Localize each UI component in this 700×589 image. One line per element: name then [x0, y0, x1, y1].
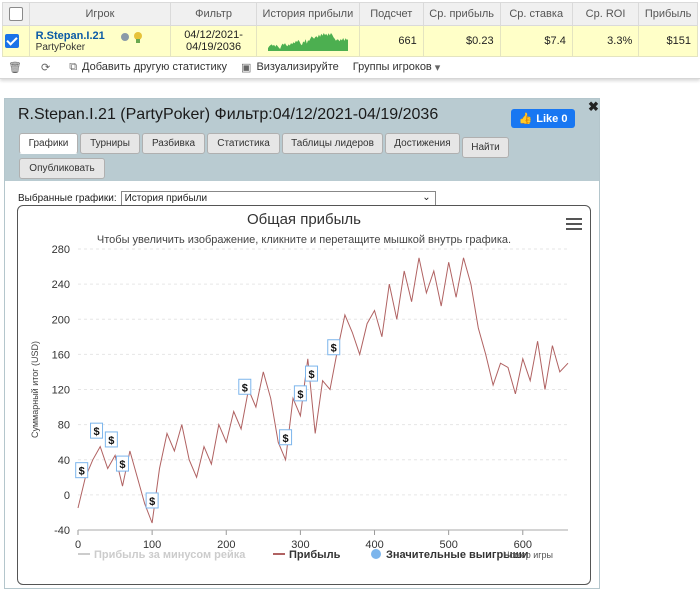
y-tick-label: 200	[52, 314, 70, 326]
table-header-row: Игрок Фильтр История прибыли Подсчет Ср.…	[2, 2, 698, 26]
count-cell: 661	[358, 25, 424, 57]
x-axis-label: Номер игры	[503, 550, 553, 560]
sparkline-area	[267, 32, 348, 51]
tab-tournaments[interactable]: Турниры	[80, 133, 140, 154]
add-stats-button[interactable]: ⧉ Добавить другую статистику	[69, 61, 227, 74]
chart-select-value: История прибыли	[124, 193, 208, 204]
y-tick-label: 80	[58, 420, 70, 432]
col-header-avg-stake[interactable]: Ср. ставка	[499, 2, 573, 26]
x-tick-label: 0	[75, 539, 81, 551]
add-stats-label: Добавить другую статистику	[82, 61, 228, 73]
avg-stake-cell: $7.4	[499, 25, 573, 57]
select-all-checkbox[interactable]	[8, 7, 23, 21]
big-win-marker-label: $	[93, 426, 99, 438]
profit-sparkline[interactable]	[267, 29, 348, 51]
trash-icon: 🗑	[8, 61, 22, 74]
tab-statistics[interactable]: Статистика	[207, 133, 280, 154]
filter-cell: 04/12/2021- 04/19/2036	[170, 25, 257, 57]
chart-selector-row: Выбранные графики: История прибыли ⌄	[18, 191, 436, 206]
thumbs-up-icon: 👍	[518, 113, 533, 125]
tab-publish[interactable]: Опубликовать	[19, 158, 105, 179]
close-icon[interactable]: ✖	[588, 99, 599, 115]
profit-history-cell[interactable]	[255, 25, 360, 57]
big-win-marker-label: $	[242, 382, 248, 394]
x-tick-label: 400	[365, 539, 383, 551]
y-tick-label: 120	[52, 385, 70, 397]
chevron-down-icon: ▾	[434, 61, 441, 74]
like-label: Like 0	[536, 112, 568, 125]
player-cell[interactable]: R.Stepan.I.21 PartyPoker	[28, 25, 172, 57]
facebook-like-button[interactable]: 👍 Like 0	[511, 109, 575, 128]
player-dialog: R.Stepan.I.21 (PartyPoker) Фильтр:04/12/…	[4, 98, 600, 589]
filter-date-start: 04/12/2021-	[184, 29, 243, 41]
tab-charts[interactable]: Графики	[19, 133, 78, 154]
col-header-avg-profit[interactable]: Ср. прибыль	[422, 2, 501, 26]
table-row[interactable]: R.Stepan.I.21 PartyPoker 04/12/2021- 04/…	[2, 25, 698, 57]
big-win-marker-label: $	[79, 466, 85, 478]
dialog-header: R.Stepan.I.21 (PartyPoker) Фильтр:04/12/…	[5, 99, 599, 181]
col-header-avg-roi[interactable]: Ср. ROI	[571, 2, 640, 26]
chart-container[interactable]: Общая прибыль Чтобы увеличить изображени…	[17, 205, 591, 585]
y-tick-label: 280	[52, 244, 70, 256]
col-header-profit[interactable]: Прибыль	[638, 2, 698, 26]
col-header-count[interactable]: Подсчет	[358, 2, 424, 26]
legend-symbol-big-wins	[371, 549, 381, 559]
legend-label-net: Прибыль за минусом рейка	[94, 549, 246, 561]
avg-roi-cell: 3.3%	[571, 25, 640, 57]
filter-date-end: 04/19/2036	[186, 41, 242, 53]
profit-series-line	[77, 257, 569, 524]
delete-button[interactable]: 🗑	[8, 61, 27, 74]
medal-icon	[133, 32, 142, 40]
image-icon: ▣	[241, 61, 252, 74]
stats-table: Игрок Фильтр История прибыли Подсчет Ср.…	[2, 2, 698, 57]
y-tick-label: 160	[52, 349, 70, 361]
select-all-header[interactable]	[2, 2, 30, 26]
legend-label-profit: Прибыль	[289, 549, 341, 561]
big-win-marker-label: $	[283, 433, 289, 445]
chart-select[interactable]: История прибыли ⌄	[120, 191, 436, 206]
big-win-marker-label: $	[119, 459, 125, 471]
big-win-marker-label: $	[308, 369, 314, 381]
y-tick-label: 240	[52, 279, 70, 291]
profit-cell: $151	[638, 25, 698, 57]
tab-leaderboards[interactable]: Таблицы лидеров	[282, 133, 383, 154]
shield-icon	[120, 33, 129, 41]
grid-toolbar: 🗑 ⟳ ⧉ Добавить другую статистику ▣ Визуали…	[8, 58, 459, 76]
player-groups-dropdown[interactable]: Группы игроков ▾	[353, 61, 446, 74]
avg-profit-cell: $0.23	[422, 25, 501, 57]
refresh-button[interactable]: ⟳	[41, 61, 55, 74]
tab-achievements[interactable]: Достижения	[385, 133, 460, 154]
big-win-marker-label: $	[108, 435, 114, 447]
big-win-marker-label: $	[331, 343, 337, 355]
add-column-icon: ⧉	[69, 60, 78, 73]
row-checkbox[interactable]	[5, 34, 19, 48]
profit-chart[interactable]: -40040801201602002402800 100 200 300 400 500 6…	[18, 206, 590, 584]
big-win-marker-label: $	[149, 496, 155, 508]
visualize-label: Визуализируйте	[256, 61, 339, 73]
refresh-icon: ⟳	[40, 61, 51, 74]
tab-breakdown[interactable]: Разбивка	[142, 133, 205, 154]
row-select-cell[interactable]	[2, 25, 30, 57]
y-tick-label: 0	[64, 490, 70, 502]
big-win-marker-label: $	[297, 389, 303, 401]
player-status-icons	[120, 30, 146, 47]
dialog-title: R.Stepan.I.21 (PartyPoker) Фильтр:04/12/…	[18, 106, 439, 123]
y-tick-label: -40	[54, 525, 70, 537]
y-tick-label: 40	[58, 455, 70, 467]
stats-grid-panel: Игрок Фильтр История прибыли Подсчет Ср.…	[0, 0, 700, 79]
selected-charts-label: Выбранные графики:	[18, 193, 117, 204]
badge-icons	[120, 32, 142, 43]
col-header-filter[interactable]: Фильтр	[170, 2, 257, 26]
y-axis-label: Суммарный итог (USD)	[30, 341, 40, 438]
tab-find[interactable]: Найти	[462, 137, 509, 158]
visualize-button[interactable]: ▣ Визуализируйте	[241, 61, 339, 74]
chevron-down-icon: ⌄	[422, 192, 431, 203]
player-groups-label: Группы игроков	[352, 61, 432, 73]
col-header-player[interactable]: Игрок	[28, 2, 172, 26]
col-header-profit-history[interactable]: История прибыли	[255, 2, 360, 26]
